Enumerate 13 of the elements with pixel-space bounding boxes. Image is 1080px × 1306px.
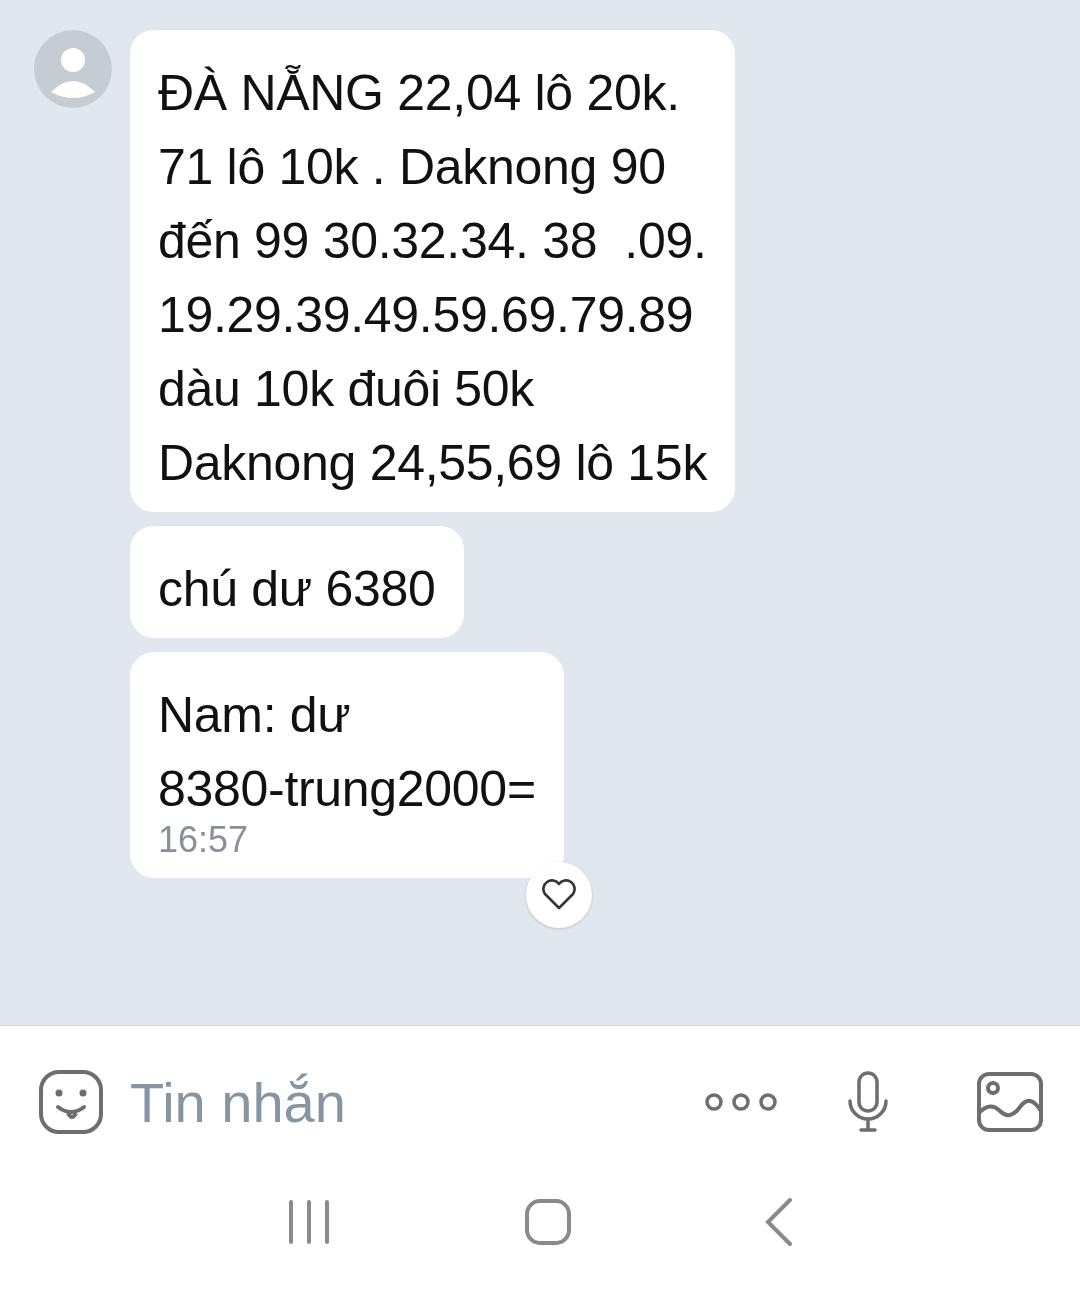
back-icon[interactable] <box>765 1198 793 1246</box>
heart-icon <box>540 879 577 911</box>
home-icon[interactable] <box>525 1199 571 1245</box>
more-icon[interactable] <box>704 1091 778 1113</box>
image-icon[interactable] <box>976 1071 1044 1133</box>
like-button[interactable] <box>525 862 592 928</box>
message-text: Nam: dư 8380-trung2000= <box>158 686 536 819</box>
message-time: 16:57 <box>158 820 250 862</box>
message-text: chú dư 6380 <box>158 560 436 619</box>
recent-apps-icon[interactable] <box>287 1200 331 1244</box>
sticker-icon[interactable] <box>38 1069 104 1135</box>
microphone-icon[interactable] <box>846 1071 890 1133</box>
message-text: ĐÀ NẴNG 22,04 lô 20k. 71 lô 10k . Daknong 90 đến 99 30.32.34. 38 .09. 19.29.39.49.59.69.79.89 dàu 10k đuôi 50k Daknong 24,55,69 lô 15k <box>158 64 708 493</box>
